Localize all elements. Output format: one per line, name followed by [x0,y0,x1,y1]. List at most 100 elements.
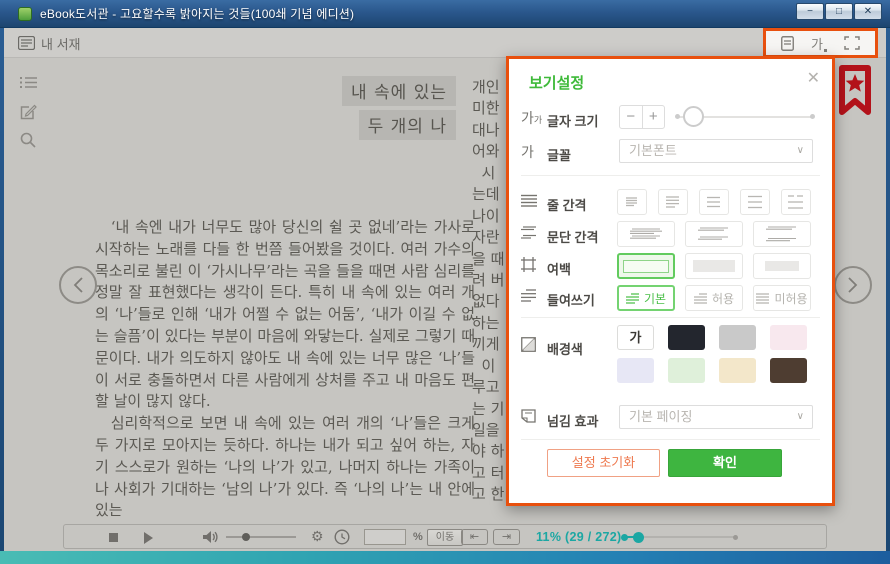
right-column-text-line: 고 터 [472,462,506,483]
margin-label: 여백 [547,259,571,278]
toolbar-highlight-box: 가 [763,28,878,58]
font-size-label: 글자 크기 [547,111,598,130]
line-spacing-option-3[interactable] [699,189,729,215]
indent-label: 들여쓰기 [547,290,595,309]
minimize-button[interactable]: − [796,3,824,20]
jump-to-start-button[interactable]: ⇤ [461,529,488,545]
app-icon [18,7,32,21]
margin-option-small-selected[interactable] [617,253,675,279]
volume-slider-handle[interactable] [242,533,250,541]
chapter-title-line: 내 속에 있는 [342,76,456,106]
page-percent-input[interactable] [364,529,406,545]
background-color-swatch[interactable] [719,358,756,383]
right-column-text-line: 시 [472,162,506,183]
title-bar: eBook도서관 - 고요할수록 밝아지는 것들(100쇄 기념 에디션) − … [0,0,890,28]
jump-to-end-button[interactable]: ⇥ [493,529,520,545]
maximize-button[interactable]: □ [825,3,853,20]
font-family-icon: 가 [521,142,534,162]
settings-gear-icon[interactable]: ⚙ [311,528,324,545]
slider-end-dot [675,114,680,119]
next-page-button[interactable] [834,266,872,304]
background-color-swatch[interactable] [770,358,807,383]
right-column-text-line: 자란 [472,226,506,247]
note-icon[interactable] [20,104,37,125]
my-library-button[interactable]: 내 서재 [18,28,81,58]
background-color-swatch[interactable]: 가 [617,325,654,350]
panel-close-icon[interactable]: ✕ [807,68,820,88]
page-effect-dropdown[interactable]: 기본 페이징 ∨ [619,405,813,429]
paragraph-spacing-option-2[interactable] [685,221,743,247]
indent-option-allow[interactable]: 허용 [685,285,743,311]
fullscreen-icon[interactable] [844,36,860,50]
background-color-icon [521,337,536,357]
background-color-swatch[interactable] [617,358,654,383]
right-column-text-line: 나이 [472,205,506,226]
font-size-slider-knob[interactable] [683,106,704,127]
confirm-button[interactable]: 확인 [668,449,782,477]
volume-icon[interactable] [202,530,218,544]
background-color-swatch[interactable] [719,325,756,350]
background-color-swatch[interactable] [770,325,807,350]
reset-settings-button[interactable]: 설정 초기화 [547,449,660,477]
line-spacing-label: 줄 간격 [547,195,587,214]
paragraph-spacing-label: 문단 간격 [547,227,598,246]
margin-option-medium[interactable] [685,253,743,279]
indent-option-label: 미허용 [774,290,807,307]
line-spacing-option-4[interactable] [740,189,770,215]
volume-slider[interactable] [226,536,296,538]
indent-option-label: 기본 [644,290,666,307]
font-family-dropdown[interactable]: 기본폰트 ∨ [619,139,813,163]
indent-option-label: 허용 [712,290,734,307]
progress-start-dot [621,534,628,541]
paragraph-spacing-option-1[interactable] [617,221,675,247]
book-text-column-left: ‘내 속엔 내가 너무도 많아 당신의 쉴 곳 없네’라는 가사로 시작하는 노… [95,217,475,522]
panel-title: 보기설정 [529,72,584,93]
font-size-increase-button[interactable]: + [643,106,665,128]
right-column-text-line: 는데 [472,183,506,204]
margin-preview [693,260,735,272]
background-color-swatch[interactable] [668,358,705,383]
reading-progress-slider[interactable] [622,536,737,538]
background-color-label: 배경색 [547,339,583,358]
progress-handle[interactable] [633,532,644,543]
contents-icon[interactable] [781,36,794,51]
chevron-down-icon: ∨ [797,140,804,162]
background-color-swatch[interactable] [668,325,705,350]
margin-option-large[interactable] [753,253,811,279]
my-library-label: 내 서재 [41,34,81,53]
previous-page-button[interactable] [59,266,97,304]
indent-disallow-icon [756,293,769,304]
right-column-text-line: 대나 [472,119,506,140]
chevron-right-icon [847,276,859,294]
divider [521,175,820,176]
view-settings-icon[interactable]: 가 [811,34,827,53]
right-column-text-line: 끼게 [472,333,506,354]
top-toolbar: 내 서재 가 [4,28,886,58]
search-icon[interactable] [20,132,36,153]
tts-stop-icon[interactable] [109,533,118,542]
indent-option-disallow[interactable]: 미허용 [753,285,811,311]
font-size-slider[interactable] [677,116,813,118]
slider-end-dot [810,114,815,119]
right-column-text-line: 루고 [472,376,506,397]
indent-allow-icon [694,293,707,304]
toc-icon[interactable] [20,76,38,94]
font-size-decrease-button[interactable]: − [620,106,643,128]
line-spacing-option-5[interactable] [781,189,811,215]
progress-end-dot [733,535,738,540]
goto-page-button[interactable]: 이동 [427,529,463,546]
paragraph-spacing-option-3[interactable] [753,221,811,247]
right-column-text-line: 고 한 [472,483,506,504]
clock-icon[interactable] [334,529,350,545]
book-paragraph: ‘내 속엔 내가 너무도 많아 당신의 쉴 곳 없네’라는 가사로 시작하는 노… [95,217,475,413]
line-spacing-option-2[interactable] [658,189,688,215]
background-color-swatches: 가 [617,325,807,383]
tts-play-icon[interactable] [144,532,153,544]
margin-preview [765,261,799,271]
indent-option-default-selected[interactable]: 기본 [617,285,675,311]
indent-default-icon [626,293,639,304]
bookmark-ribbon-icon[interactable] [836,64,874,127]
window-border-right [886,28,890,552]
line-spacing-option-1[interactable] [617,189,647,215]
close-button[interactable]: ✕ [854,3,882,20]
